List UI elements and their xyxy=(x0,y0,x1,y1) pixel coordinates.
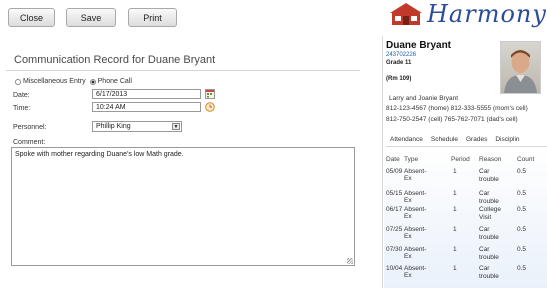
school-house-icon xyxy=(390,3,422,25)
title-divider xyxy=(6,70,360,71)
attendance-type: Absent-Ex xyxy=(404,190,427,204)
attendance-period: 1 xyxy=(453,206,457,213)
clock-icon[interactable] xyxy=(205,102,215,112)
student-id[interactable]: 243702226 xyxy=(386,52,416,58)
attendance-count: 0.5 xyxy=(517,168,527,175)
personnel-select[interactable]: Phillip King ▼ xyxy=(92,121,182,132)
parent-names: Larry and Joanie Bryant xyxy=(389,95,459,102)
student-portrait-icon xyxy=(504,50,537,93)
attendance-reason-line2: trouble xyxy=(479,176,499,183)
student-name: Duane Bryant xyxy=(386,40,452,51)
print-button[interactable]: Print xyxy=(128,8,177,27)
attendance-reason-line2: Visit xyxy=(479,214,492,221)
attendance-type: Absent-Ex xyxy=(404,168,427,182)
comment-label: Comment: xyxy=(13,139,46,146)
chevron-down-icon[interactable]: ▼ xyxy=(172,123,180,130)
attendance-reason: College xyxy=(479,206,502,213)
attendance-count: 0.5 xyxy=(517,246,527,253)
attendance-count: 0.5 xyxy=(517,226,527,233)
col-type: Type xyxy=(404,156,419,163)
student-photo xyxy=(500,41,541,94)
attendance-type: Absent-Ex xyxy=(404,226,427,240)
attendance-reason: Car xyxy=(479,265,490,272)
tab-attendance[interactable]: Attendance xyxy=(386,134,427,146)
attendance-reason: Car xyxy=(479,246,490,253)
date-input[interactable]: 6/17/2013 xyxy=(92,89,201,99)
attendance-reason: Car xyxy=(479,190,490,197)
attendance-count: 0.5 xyxy=(517,190,527,197)
attendance-reason-line2: trouble xyxy=(479,273,499,280)
close-button[interactable]: Close xyxy=(8,8,55,27)
attendance-date: 05/15 xyxy=(386,190,403,197)
attendance-count: 0.5 xyxy=(517,265,527,272)
phone-call-label[interactable]: Phone Call xyxy=(98,78,132,85)
tab-schedule[interactable]: Schedule xyxy=(427,134,462,146)
time-label: Time: xyxy=(13,105,31,112)
attendance-period: 1 xyxy=(453,246,457,253)
date-label: Date: xyxy=(13,92,30,99)
attendance-date: 05/09 xyxy=(386,168,403,175)
personnel-value: Phillip King xyxy=(96,123,131,130)
col-count: Count xyxy=(517,156,535,163)
entry-type-group: Miscellaneous Entry Phone Call xyxy=(15,78,132,85)
col-date: Date xyxy=(386,156,400,163)
attendance-date: 07/25 xyxy=(386,226,403,233)
attendance-period: 1 xyxy=(453,190,457,197)
calendar-icon[interactable] xyxy=(205,89,215,99)
phone-call-radio[interactable] xyxy=(89,78,96,85)
phone-line-2: 812-750-2547 (cell) 765-762-7071 (dad's … xyxy=(386,116,518,123)
attendance-date: 06/17 xyxy=(386,206,403,213)
attendance-period: 1 xyxy=(453,265,457,272)
attendance-reason-line2: trouble xyxy=(479,254,499,261)
resize-handle[interactable] xyxy=(347,258,353,264)
phone-line-1: 812-123-4567 (home) 812-333-5555 (mom's … xyxy=(386,105,528,112)
attendance-period: 1 xyxy=(453,226,457,233)
tab-discipline[interactable]: Disciplin xyxy=(491,134,523,146)
form-title: Communication Record for Duane Bryant xyxy=(14,54,216,66)
time-input[interactable]: 10:24 AM xyxy=(92,102,201,112)
attendance-date: 07/30 xyxy=(386,246,403,253)
student-tabs: Attendance Schedule Grades Disciplin xyxy=(386,134,547,147)
attendance-period: 1 xyxy=(453,168,457,175)
attendance-reason-line2: trouble xyxy=(479,198,499,205)
misc-entry-radio[interactable] xyxy=(15,78,21,85)
brand-name: Harmony xyxy=(427,0,547,28)
attendance-count: 0.5 xyxy=(517,206,527,213)
attendance-reason-line2: trouble xyxy=(479,234,499,241)
attendance-reason: Car xyxy=(479,168,490,175)
personnel-label: Personnel: xyxy=(13,124,47,131)
student-room: (Rm 109) xyxy=(386,76,412,82)
student-grade: Grade 11 xyxy=(386,60,412,66)
comment-text: Spoke with mother regarding Duane's low … xyxy=(15,151,184,158)
attendance-type: Absent-Ex xyxy=(404,246,427,260)
tab-grades[interactable]: Grades xyxy=(462,134,491,146)
brand-logo: Harmony xyxy=(389,0,547,28)
misc-entry-label[interactable]: Miscellaneous Entry xyxy=(23,78,86,85)
attendance-date: 10/04 xyxy=(386,265,403,272)
col-reason: Reason xyxy=(479,156,502,163)
attendance-type: Absent-Ex xyxy=(404,265,427,279)
comment-textarea[interactable]: Spoke with mother regarding Duane's low … xyxy=(11,147,355,266)
attendance-reason: Car xyxy=(479,226,490,233)
col-period: Period xyxy=(451,156,470,163)
save-button[interactable]: Save xyxy=(66,8,116,27)
attendance-type: Absent-Ex xyxy=(404,206,427,220)
